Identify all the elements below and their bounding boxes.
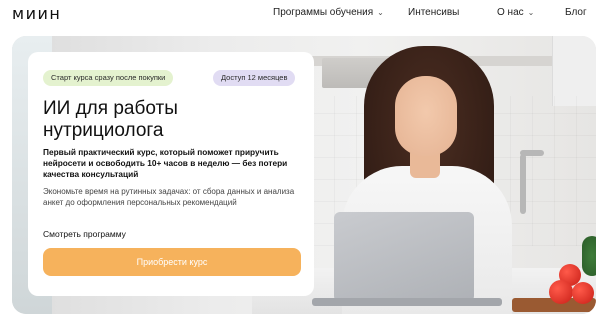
faucet-stem	[520, 154, 526, 214]
chevron-down-icon: ⌄	[527, 8, 535, 17]
laptop-image	[334, 212, 474, 302]
nav-intensives[interactable]: Интенсивы	[408, 7, 459, 18]
view-program-link[interactable]: Смотреть программу	[43, 229, 126, 239]
badge-access: Доступ 12 месяцев	[213, 70, 296, 86]
nav-programs[interactable]: Программы обучения ⌄	[273, 7, 384, 18]
badge-start: Старт курса сразу после покупки	[43, 70, 174, 86]
nav-about[interactable]: О нас ⌄	[497, 7, 534, 18]
woman-face	[395, 76, 457, 156]
nav-about-label: О нас	[497, 7, 524, 18]
tomato-image	[549, 280, 573, 304]
nav-programs-label: Программы обучения	[273, 7, 374, 18]
course-title: ИИ для работы нутрициолога	[43, 98, 178, 141]
course-lead: Первый практический курс, который поможе…	[43, 147, 288, 179]
site-header: миин Программы обучения ⌄ Интенсивы О нас…	[0, 0, 600, 28]
nav-blog-label: Блог	[565, 7, 587, 18]
buy-course-button[interactable]: Приобрести курс	[43, 248, 301, 276]
plant-image	[582, 236, 596, 276]
nav-intensives-label: Интенсивы	[408, 7, 460, 18]
logo[interactable]: миин	[12, 4, 61, 23]
chevron-down-icon: ⌄	[377, 8, 384, 17]
nav-blog[interactable]: Блог	[565, 7, 587, 18]
laptop-base	[312, 298, 502, 306]
tomato-image	[572, 282, 594, 304]
course-description: Экономьте время на рутинных задачах: от …	[43, 187, 295, 207]
course-card: Старт курса сразу после покупки Доступ 1…	[28, 52, 314, 296]
